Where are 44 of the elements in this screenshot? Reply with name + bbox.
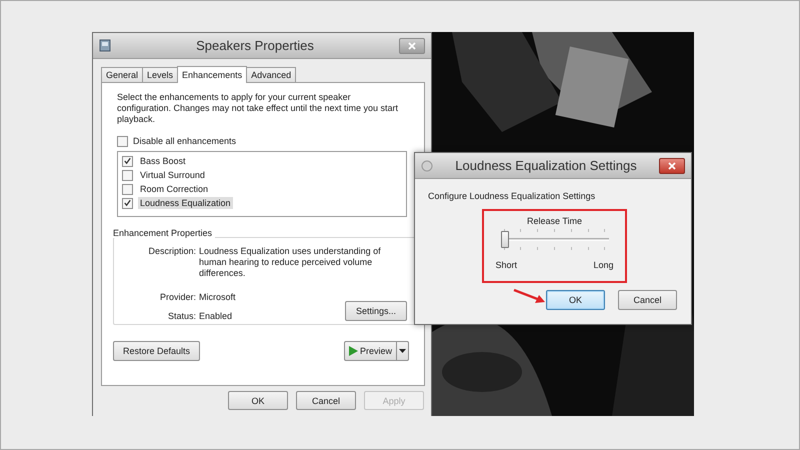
field-value: Microsoft	[199, 292, 237, 302]
restore-defaults-button[interactable]: Restore Defaults	[113, 341, 200, 361]
dialog-button[interactable]: Cancel	[618, 290, 677, 310]
dialog-button[interactable]: OK	[228, 391, 288, 410]
window-title: Loudness Equalization Settings	[454, 158, 638, 173]
dialog-button[interactable]: Cancel	[296, 391, 356, 410]
checkbox[interactable]	[122, 170, 133, 180]
caret-icon	[399, 349, 406, 353]
field-label: Status:	[166, 311, 196, 321]
play-icon	[348, 346, 358, 356]
slider-thumb[interactable]	[500, 231, 508, 248]
checkbox[interactable]	[122, 184, 133, 194]
list-item[interactable]: Loudness Equalization	[138, 197, 233, 209]
close-button[interactable]	[659, 158, 685, 174]
window-icon	[421, 160, 433, 172]
description-text: Loudness Equalization uses understanding of human hearing to reduce perceived volume differences.	[199, 246, 382, 279]
checkbox-label: Disable all enhancements	[133, 136, 236, 146]
tab[interactable]: Advanced	[246, 67, 296, 82]
close-icon	[668, 162, 676, 170]
list-item[interactable]: Virtual Surround	[138, 169, 207, 181]
slider-min-label: Short	[496, 260, 518, 270]
dialog-button[interactable]: OK	[546, 290, 605, 310]
instruction-text: Select the enhancements to apply for your current speaker configuration. Changes may not take effect until the next time you start playback.	[117, 92, 399, 125]
list-item[interactable]: Room Correction	[138, 183, 210, 195]
group-heading: Enhancement Properties	[113, 228, 216, 238]
window-title: Speakers Properties	[195, 38, 315, 53]
slider-max-label: Long	[593, 260, 614, 270]
checkbox[interactable]	[122, 198, 133, 208]
dropdown-button[interactable]	[396, 342, 408, 360]
settings-button[interactable]: Settings...	[345, 300, 407, 320]
annotation-arrow	[513, 288, 546, 305]
tab[interactable]: Levels	[142, 67, 178, 82]
checkbox[interactable]	[122, 156, 133, 166]
window-icon	[99, 39, 111, 52]
close-icon	[408, 42, 416, 50]
field-value: Enabled	[199, 311, 232, 321]
field-label: Provider:	[158, 292, 196, 302]
list-item[interactable]: Bass Boost	[138, 155, 188, 167]
tab[interactable]: General	[101, 67, 144, 82]
tab[interactable]: Enhancements	[177, 66, 248, 83]
heading-text: Configure Loudness Equalization Settings	[428, 191, 596, 201]
checkbox[interactable]	[117, 136, 128, 146]
slider-label: Release Time	[526, 216, 582, 226]
field-label: Description:	[147, 246, 196, 258]
